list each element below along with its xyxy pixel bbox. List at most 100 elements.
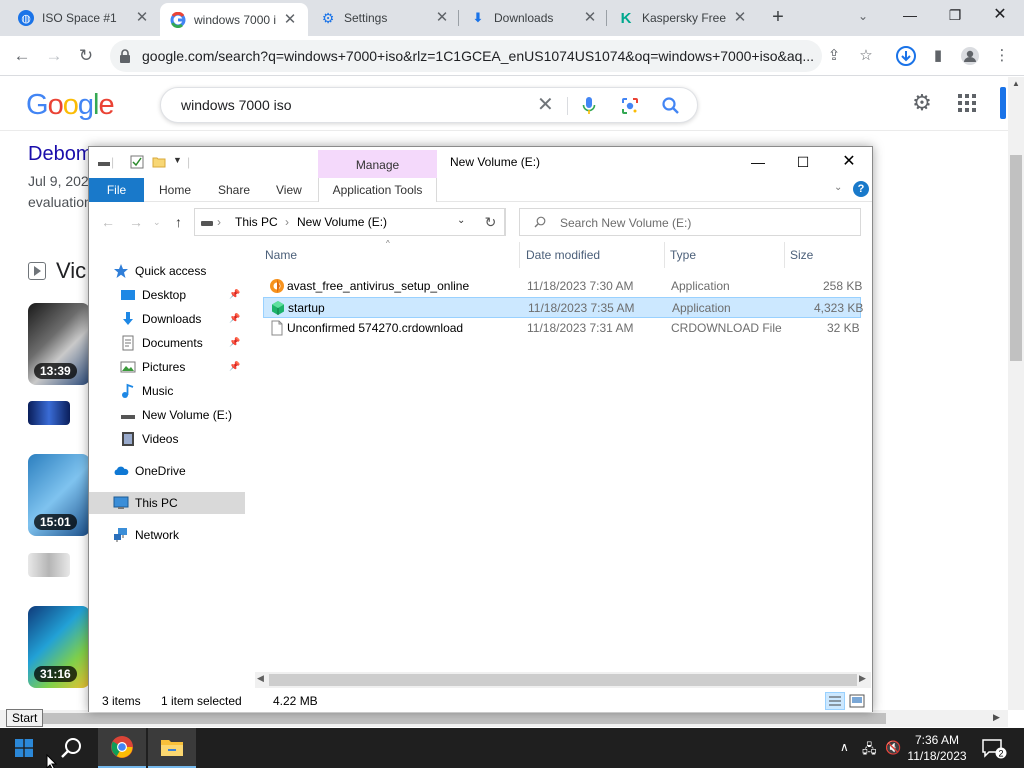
column-header-type[interactable]: Type: [670, 248, 696, 262]
customize-toolbar-icon[interactable]: ▼: [173, 155, 182, 171]
tab-kaspersky[interactable]: K Kaspersky Free ✕: [608, 0, 758, 36]
chevron-down-icon[interactable]: ⌄: [457, 215, 465, 226]
nav-this-pc[interactable]: This PC: [89, 492, 245, 514]
profile-avatar-icon[interactable]: [958, 44, 982, 68]
breadcrumb-this-pc[interactable]: This PC: [235, 215, 278, 229]
nav-new-volume[interactable]: New Volume (E:): [89, 404, 245, 426]
forward-arrow-icon[interactable]: →: [129, 214, 143, 230]
address-bar[interactable]: google.com/search?q=windows+7000+iso&rlz…: [110, 40, 822, 72]
scroll-left-arrow-icon[interactable]: ◀: [257, 673, 264, 684]
tab-iso-space[interactable]: ◍ ISO Space #1 ✕: [8, 0, 160, 36]
properties-icon[interactable]: [130, 155, 144, 171]
horizontal-scrollbar[interactable]: ▶: [0, 710, 1008, 727]
video-thumbnail[interactable]: 15:01: [28, 454, 90, 536]
result-title-link[interactable]: Debom: [28, 143, 92, 166]
restore-button[interactable]: ❐: [941, 4, 969, 28]
chevron-right-icon[interactable]: ›: [285, 215, 289, 229]
chevron-right-icon[interactable]: ›: [217, 215, 221, 229]
close-icon[interactable]: ✕: [282, 11, 298, 28]
help-icon[interactable]: ?: [853, 181, 869, 197]
google-lens-icon[interactable]: [620, 96, 640, 116]
breadcrumb-new-volume[interactable]: New Volume (E:): [297, 215, 387, 229]
column-separator[interactable]: [519, 242, 520, 268]
video-thumbnail[interactable]: 13:39: [28, 303, 90, 385]
refresh-button[interactable]: ↻: [477, 208, 505, 236]
taskbar-file-explorer[interactable]: [148, 728, 196, 768]
nav-documents[interactable]: Documents 📌: [89, 332, 245, 354]
up-arrow-icon[interactable]: ↑: [175, 214, 182, 230]
close-button[interactable]: ✕: [826, 150, 872, 174]
scrollbar-thumb[interactable]: [1010, 155, 1022, 361]
network-icon[interactable]: 🖧: [862, 740, 877, 762]
close-window-button[interactable]: ✕: [986, 4, 1014, 28]
tab-view[interactable]: View: [276, 178, 302, 202]
expand-ribbon-icon[interactable]: ⌄: [834, 182, 842, 193]
nav-music[interactable]: Music: [89, 380, 245, 402]
show-hidden-icons-chevron-icon[interactable]: ∧: [840, 740, 849, 754]
back-button[interactable]: ←: [10, 44, 34, 68]
share-icon[interactable]: ⇪: [822, 44, 846, 68]
side-panel-icon[interactable]: ▮: [926, 44, 950, 68]
nav-onedrive[interactable]: OneDrive: [89, 460, 245, 482]
nav-downloads[interactable]: Downloads 📌: [89, 308, 245, 330]
tab-share[interactable]: Share: [218, 178, 250, 202]
video-thumbnail[interactable]: 31:16: [28, 606, 90, 688]
minimize-button[interactable]: —: [735, 150, 781, 174]
chevron-down-icon[interactable]: ⌄: [853, 6, 873, 26]
file-list-horizontal-scrollbar[interactable]: ◀ ▶: [255, 672, 871, 688]
file-row-crdownload[interactable]: Unconfirmed 574270.crdownload 11/18/2023…: [263, 318, 861, 339]
large-icons-view-button[interactable]: [849, 693, 865, 709]
clear-icon[interactable]: ✕: [537, 94, 554, 116]
details-view-button[interactable]: [825, 692, 845, 710]
tab-home[interactable]: Home: [159, 178, 191, 202]
nav-pictures[interactable]: Pictures 📌: [89, 356, 245, 378]
nav-desktop[interactable]: Desktop 📌: [89, 284, 245, 306]
close-icon[interactable]: ✕: [732, 10, 748, 26]
taskbar-clock[interactable]: 7:36 AM 11/18/2023: [906, 732, 968, 764]
menu-dots-icon[interactable]: ⋮: [990, 44, 1014, 68]
settings-gear-icon[interactable]: ⚙: [910, 91, 934, 115]
recent-locations-icon[interactable]: ⌄: [153, 217, 161, 228]
microphone-icon[interactable]: [581, 96, 597, 116]
nav-quick-access[interactable]: Quick access: [89, 260, 245, 282]
scrollbar-thumb[interactable]: [269, 674, 857, 686]
video-channel-thumbnail[interactable]: [28, 401, 70, 425]
scroll-right-arrow-icon[interactable]: ▶: [993, 712, 1000, 723]
google-search-box[interactable]: windows 7000 iso ✕: [160, 87, 698, 123]
sign-in-button[interactable]: [1000, 87, 1006, 119]
scrollbar-thumb[interactable]: [20, 713, 886, 724]
minimize-button[interactable]: —: [896, 4, 924, 28]
nav-videos[interactable]: Videos: [89, 428, 245, 450]
new-folder-icon[interactable]: [152, 155, 166, 171]
reload-button[interactable]: ↻: [74, 44, 98, 68]
tab-google-search[interactable]: windows 7000 iso ✕: [160, 3, 308, 36]
search-query[interactable]: windows 7000 iso: [181, 97, 292, 113]
column-separator[interactable]: [784, 242, 785, 268]
column-header-name[interactable]: Name: [265, 248, 297, 262]
close-icon[interactable]: ✕: [134, 10, 150, 26]
maximize-button[interactable]: ☐: [780, 150, 826, 174]
file-row-avast[interactable]: avast_free_antivirus_setup_online 11/18/…: [263, 276, 862, 297]
apps-grid-icon[interactable]: [957, 93, 977, 113]
scroll-right-arrow-icon[interactable]: ▶: [859, 673, 866, 684]
column-header-size[interactable]: Size: [790, 248, 813, 262]
tab-downloads[interactable]: ⬇ Downloads ✕: [460, 0, 608, 36]
scroll-up-arrow-icon[interactable]: ▲: [1012, 79, 1020, 88]
new-tab-button[interactable]: +: [767, 7, 789, 29]
search-icon[interactable]: [661, 96, 681, 116]
action-center-button[interactable]: 2: [970, 728, 1018, 768]
explorer-search-box[interactable]: Search New Volume (E:): [519, 208, 861, 236]
back-arrow-icon[interactable]: ←: [101, 214, 115, 230]
taskbar-chrome[interactable]: [98, 728, 146, 768]
file-row-startup[interactable]: startup 11/18/2023 7:35 AM Application 4…: [263, 297, 863, 318]
pin-icon[interactable]: 📌: [229, 289, 240, 300]
tab-file[interactable]: File: [89, 178, 144, 202]
close-icon[interactable]: ✕: [582, 10, 598, 26]
google-logo[interactable]: Google: [26, 89, 115, 122]
forward-button[interactable]: →: [42, 44, 66, 68]
pin-icon[interactable]: 📌: [229, 313, 240, 324]
column-separator[interactable]: [664, 242, 665, 268]
nav-network[interactable]: Network: [89, 524, 245, 546]
tab-settings[interactable]: ⚙ Settings ✕: [310, 0, 460, 36]
vertical-scrollbar[interactable]: ▲: [1008, 77, 1024, 710]
